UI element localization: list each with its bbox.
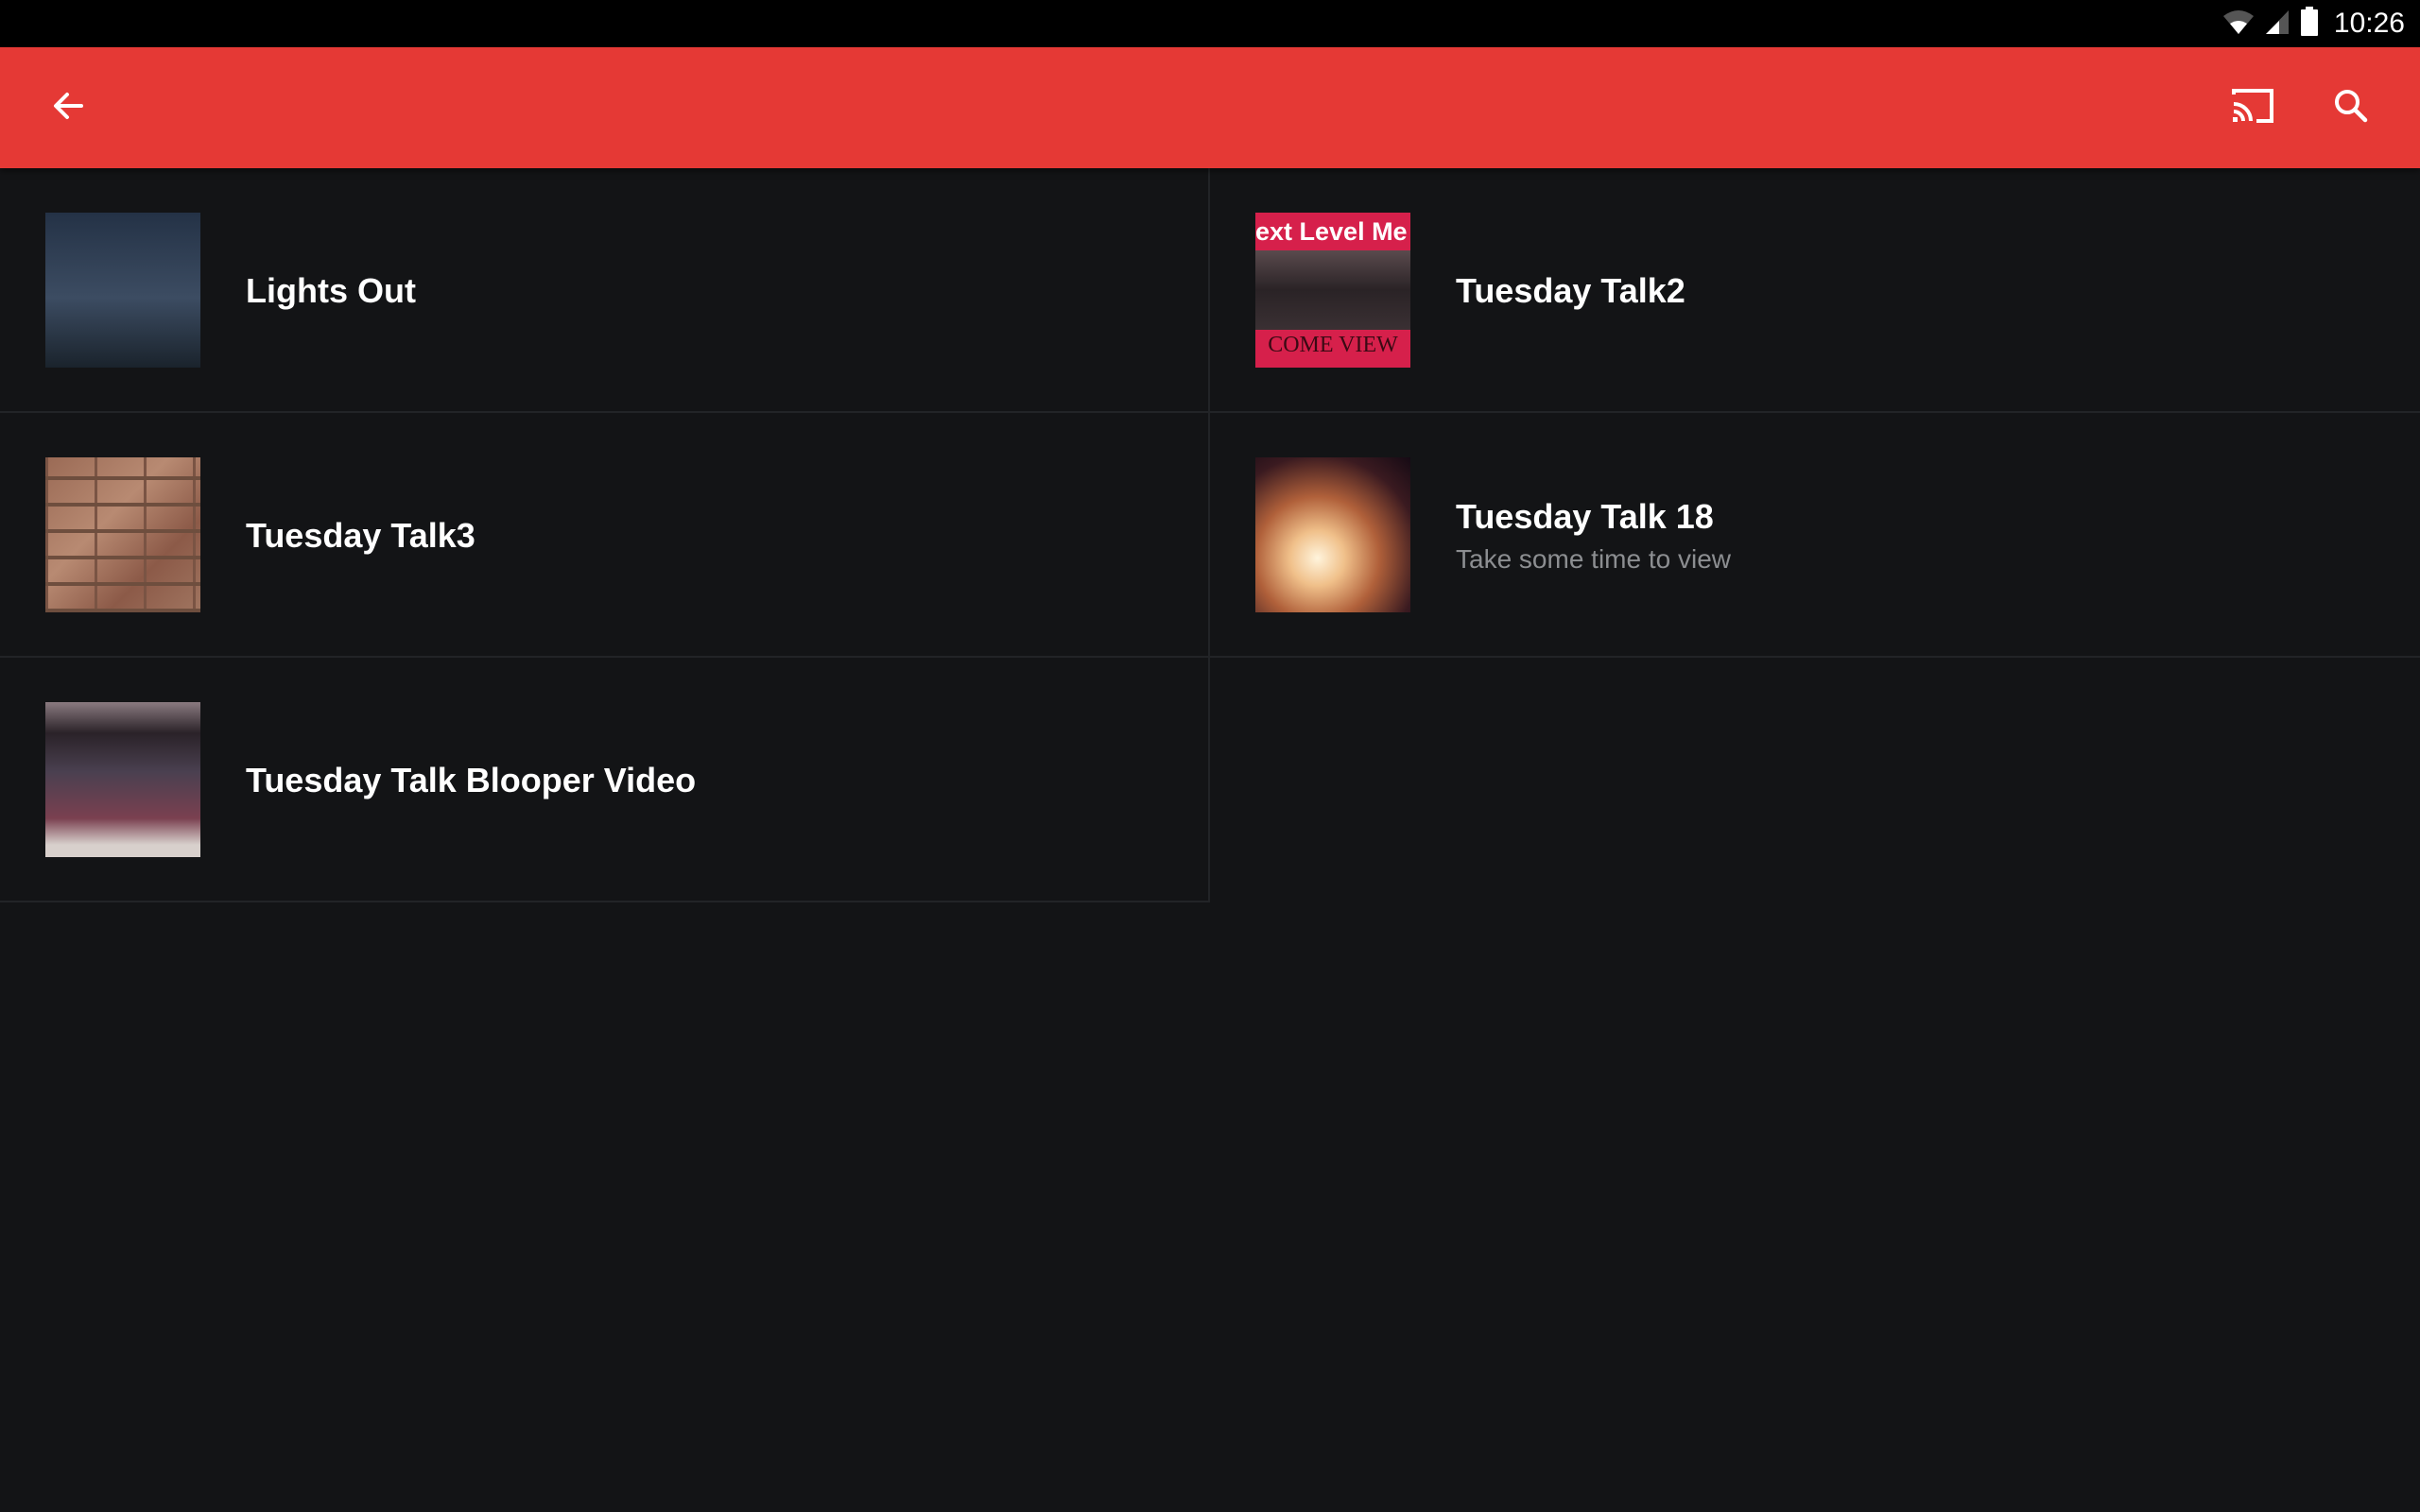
cast-button[interactable]	[2215, 70, 2290, 146]
clock: 10:26	[2333, 8, 2405, 39]
cellular-signal-icon	[2264, 9, 2290, 40]
thumbnail-caption: ext Level Me	[1255, 213, 1410, 250]
list-item[interactable]: Tuesday Talk Blooper Video	[0, 658, 1210, 902]
thumbnail-image: ext Level Me COME VIEW	[1255, 213, 1410, 368]
list-item[interactable]: Lights Out	[0, 168, 1210, 413]
list-item[interactable]: Tuesday Talk 18 Take some time to view	[1210, 413, 2420, 658]
search-icon	[2332, 87, 2370, 129]
app-toolbar	[0, 47, 2420, 168]
wifi-icon	[2222, 9, 2255, 40]
status-bar: 10:26	[0, 0, 2420, 47]
item-title: Lights Out	[246, 270, 416, 310]
battery-icon	[2300, 6, 2319, 42]
search-button[interactable]	[2313, 70, 2389, 146]
list-item[interactable]: ext Level Me COME VIEW Tuesday Talk2	[1210, 168, 2420, 413]
arrow-left-icon	[51, 89, 85, 128]
item-subtitle: Take some time to view	[1456, 543, 1731, 574]
thumbnail-image	[45, 457, 200, 612]
back-button[interactable]	[30, 70, 106, 146]
list-item[interactable]: Tuesday Talk3	[0, 413, 1210, 658]
item-title: Tuesday Talk Blooper Video	[246, 760, 697, 799]
item-title: Tuesday Talk3	[246, 515, 475, 555]
thumbnail-image	[45, 702, 200, 857]
thumbnail-image	[1255, 457, 1410, 612]
cast-icon	[2230, 87, 2275, 129]
thumbnail-image	[45, 213, 200, 368]
thumbnail-caption: COME VIEW	[1255, 330, 1410, 368]
item-title: Tuesday Talk 18	[1456, 496, 1714, 536]
item-title: Tuesday Talk2	[1456, 270, 1685, 310]
